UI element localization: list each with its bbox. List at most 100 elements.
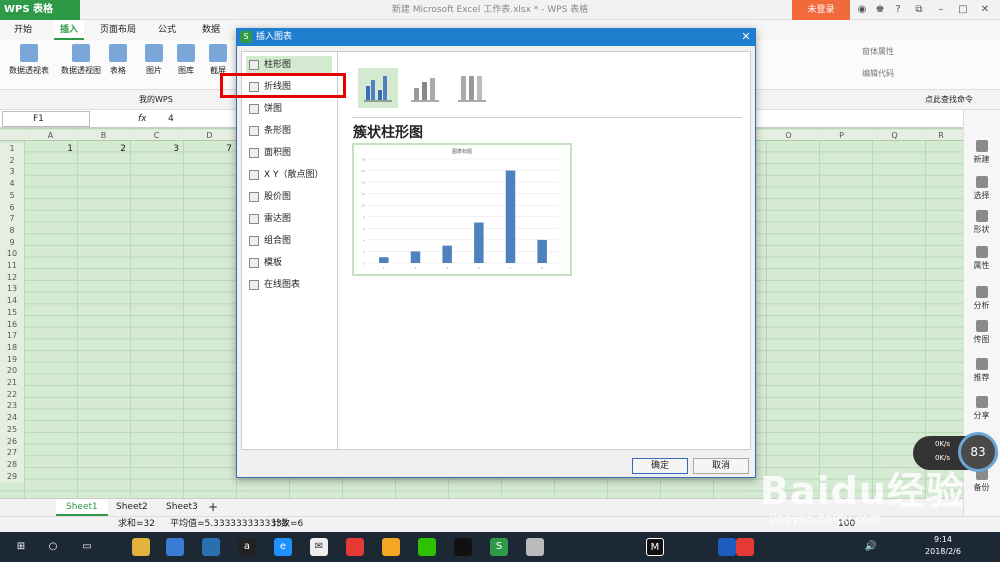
chart-category-area[interactable]: 面积图 (246, 144, 332, 162)
shirt-icon[interactable]: ♚ (873, 3, 887, 17)
ok-button[interactable]: 确定 (632, 458, 688, 474)
mail-icon[interactable]: ✉ (310, 538, 328, 556)
row-header[interactable]: 3 (0, 166, 24, 179)
wechat-icon[interactable] (418, 538, 436, 556)
store-icon[interactable] (166, 538, 184, 556)
side-panel-upload-image[interactable]: 传图 (963, 320, 1000, 345)
dialog-close-icon[interactable]: ✕ (738, 29, 754, 45)
percent-column-variant[interactable] (452, 68, 492, 108)
row-header[interactable]: 10 (0, 248, 24, 261)
row-header[interactable]: 19 (0, 353, 24, 366)
cancel-button[interactable]: 取消 (693, 458, 749, 474)
maximize-icon[interactable]: □ (956, 3, 970, 17)
menu-insert[interactable]: 插入 (54, 20, 85, 40)
edit-code-button[interactable]: 编辑代码 (862, 68, 894, 79)
amazon-icon[interactable]: a (238, 538, 256, 556)
m-icon[interactable]: M (646, 538, 664, 556)
sheet-tab-2[interactable]: Sheet2 (106, 499, 158, 516)
fx-icon[interactable]: fx (138, 111, 147, 127)
chart-category-stock[interactable]: 股价图 (246, 188, 332, 206)
row-header[interactable]: 4 (0, 178, 24, 191)
menu-formulas[interactable]: 公式 (152, 20, 182, 40)
task-view-icon[interactable]: ▭ (78, 538, 96, 556)
wps-taskbar-icon[interactable]: S (490, 538, 508, 556)
qq-icon[interactable] (454, 538, 472, 556)
column-header[interactable]: O (762, 130, 815, 141)
chart-category-template[interactable]: 模板 (246, 254, 332, 272)
chart-category-bar[interactable]: 条形图 (246, 122, 332, 140)
skin-icon[interactable]: ◉ (855, 3, 869, 17)
row-header[interactable]: 16 (0, 318, 24, 331)
help-icon[interactable]: ? (891, 3, 905, 17)
row-header[interactable]: 28 (0, 458, 24, 471)
pivot-chart-button[interactable]: 数据透视图 (56, 42, 106, 86)
chart-category-column[interactable]: 柱形图 (246, 56, 332, 74)
column-header[interactable]: P (815, 130, 868, 141)
picture-button[interactable]: 图片 (140, 42, 168, 86)
row-header[interactable]: 15 (0, 306, 24, 319)
chart-category-scatter[interactable]: X Y（散点图） (246, 166, 332, 184)
column-header[interactable]: B (77, 130, 130, 141)
restore-window-icon[interactable]: ⧉ (912, 3, 926, 17)
row-header[interactable]: 20 (0, 365, 24, 378)
row-header[interactable]: 21 (0, 377, 24, 389)
file-explorer-icon[interactable] (132, 538, 150, 556)
tray-app-icon[interactable] (736, 538, 754, 556)
column-header[interactable]: A (24, 130, 77, 141)
column-header[interactable]: R (921, 130, 961, 141)
add-sheet-icon[interactable]: + (208, 499, 218, 516)
clock[interactable]: 9:14 2018/2/6 (918, 534, 968, 558)
monitor-icon[interactable] (202, 538, 220, 556)
ie-icon[interactable]: e (274, 538, 292, 556)
volume-icon[interactable]: 🔊 (862, 538, 880, 556)
capture-icon[interactable] (526, 538, 544, 556)
side-panel-properties[interactable]: 属性 (963, 246, 1000, 271)
column-header[interactable]: D (183, 130, 236, 141)
row-header[interactable]: 26 (0, 435, 24, 448)
stacked-column-variant[interactable] (405, 68, 445, 108)
gallery-button[interactable]: 图库 (172, 42, 200, 86)
table-button[interactable]: 表格 (106, 42, 130, 86)
name-box[interactable]: F1 (2, 111, 90, 127)
pivot-table-button[interactable]: 数据透视表 (4, 42, 54, 86)
form-properties-button[interactable]: 窗体属性 (862, 46, 894, 57)
row-header[interactable]: 23 (0, 400, 24, 413)
row-header[interactable]: 24 (0, 412, 24, 425)
row-header[interactable]: 13 (0, 283, 24, 296)
close-window-icon[interactable]: ✕ (978, 3, 992, 17)
row-header[interactable]: 17 (0, 330, 24, 343)
row-header[interactable]: 27 (0, 447, 24, 460)
app-icon[interactable] (382, 538, 400, 556)
chart-category-radar[interactable]: 雷达图 (246, 210, 332, 228)
formula-input[interactable]: 4 (168, 111, 174, 127)
column-header[interactable]: C (130, 130, 183, 141)
chart-category-pie[interactable]: 饼图 (246, 100, 332, 118)
cell-d1[interactable]: 7 (183, 143, 236, 155)
cell-c1[interactable]: 3 (130, 143, 183, 155)
row-header[interactable]: 6 (0, 201, 24, 214)
login-button[interactable]: 未登录 (792, 0, 850, 20)
row-header[interactable]: 11 (0, 260, 24, 272)
row-header[interactable]: 2 (0, 154, 24, 167)
row-header[interactable]: 5 (0, 189, 24, 202)
clustered-column-variant[interactable] (358, 68, 398, 108)
windows-start-icon[interactable]: ⊞ (12, 538, 30, 556)
chart-category-combo[interactable]: 组合图 (246, 232, 332, 250)
shield-icon[interactable] (718, 538, 736, 556)
row-header[interactable]: 29 (0, 470, 24, 483)
row-header[interactable]: 7 (0, 213, 24, 226)
side-panel-select[interactable]: 选择 (963, 176, 1000, 201)
row-header[interactable]: 9 (0, 236, 24, 249)
column-header[interactable]: Q (868, 130, 921, 141)
cell-a1[interactable]: 1 (24, 143, 77, 155)
sheet-tab-1[interactable]: Sheet1 (56, 499, 108, 516)
side-panel-analysis[interactable]: 分析 (963, 286, 1000, 311)
row-header[interactable]: 8 (0, 224, 24, 237)
side-panel-recommend[interactable]: 推荐 (963, 358, 1000, 383)
row-header[interactable]: 14 (0, 295, 24, 308)
cell-b1[interactable]: 2 (77, 143, 130, 155)
search-icon[interactable]: ○ (44, 538, 62, 556)
side-panel-shape[interactable]: 形状 (963, 210, 1000, 235)
minimize-icon[interactable]: – (934, 3, 948, 17)
chart-category-online[interactable]: 在线图表 (246, 276, 332, 294)
